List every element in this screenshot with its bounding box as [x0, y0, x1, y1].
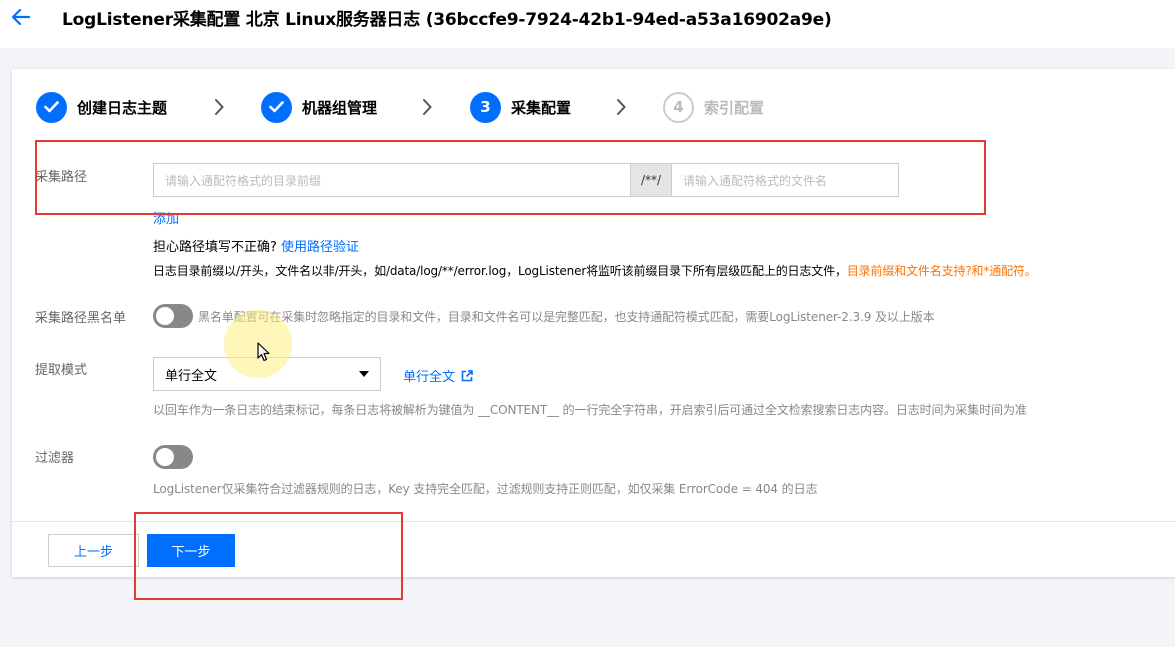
- step-number: 3: [470, 91, 501, 123]
- caret-down-icon: [359, 371, 369, 377]
- step-collect-config[interactable]: 3 采集配置: [470, 91, 571, 123]
- step-indicator: 创建日志主题 机器组管理 3 采集配置 4 索引配置: [36, 91, 836, 123]
- blacklist-label: 采集路径黑名单: [35, 311, 127, 326]
- path-verify-link[interactable]: 使用路径验证: [281, 240, 359, 255]
- path-hint-text: 日志目录前缀以/开头，文件名以非/开头，如/data/log/**/error.…: [153, 264, 847, 278]
- previous-step-button[interactable]: 上一步: [48, 534, 139, 567]
- chevron-right-icon: [423, 99, 432, 115]
- toggle-knob: [156, 307, 174, 325]
- filter-toggle[interactable]: [153, 445, 193, 469]
- blacklist-toggle[interactable]: [153, 304, 193, 328]
- step-machine-group[interactable]: 机器组管理: [261, 91, 377, 123]
- blacklist-description: 黑名单配置可在采集时忽略指定的目录和文件，目录和文件名可以是完整匹配，也支持通配…: [198, 310, 935, 324]
- extract-mode-select[interactable]: 单行全文: [153, 357, 381, 391]
- arrow-left-icon[interactable]: [10, 6, 32, 28]
- file-name-input[interactable]: 请输入通配符格式的文件名: [672, 163, 899, 197]
- extract-mode-description: 以回车作为一条日志的结束标记，每条日志将被解析为键值为 __CONTENT__ …: [153, 403, 1027, 417]
- config-card: 创建日志主题 机器组管理 3 采集配置 4 索引配置 采集路径 请输入通配符格式…: [12, 69, 1175, 577]
- top-bar: LogListener采集配置 北京 Linux服务器日志 (36bccfe9-…: [0, 0, 1175, 48]
- step-index-config[interactable]: 4 索引配置: [663, 91, 764, 123]
- collect-path-group: 请输入通配符格式的目录前缀 /**/ 请输入通配符格式的文件名: [153, 163, 899, 197]
- chevron-right-icon: [617, 99, 626, 115]
- filter-description: LogListener仅采集符合过滤器规则的日志，Key 支持完全匹配，过滤规则…: [153, 482, 818, 496]
- path-worry-text: 担心路径填写不正确?: [153, 240, 277, 255]
- chevron-right-icon: [215, 99, 224, 115]
- toggle-knob: [156, 448, 174, 466]
- extract-mode-value: 单行全文: [165, 368, 218, 384]
- path-hint: 日志目录前缀以/开头，文件名以非/开头，如/data/log/**/error.…: [153, 262, 1037, 279]
- step-label: 创建日志主题: [77, 98, 168, 117]
- step-label: 采集配置: [511, 98, 572, 117]
- next-step-button[interactable]: 下一步: [147, 534, 235, 567]
- external-link-icon: [461, 369, 473, 381]
- form-footer: 上一步 下一步: [12, 521, 1175, 577]
- page-title: LogListener采集配置 北京 Linux服务器日志 (36bccfe9-…: [62, 10, 832, 30]
- directory-prefix-input[interactable]: 请输入通配符格式的目录前缀: [153, 163, 630, 197]
- step-label: 机器组管理: [302, 98, 378, 117]
- add-path-link[interactable]: 添加: [153, 208, 179, 227]
- extract-mode-link-label: 单行全文: [403, 370, 456, 385]
- path-separator: /**/: [630, 163, 672, 197]
- wildcard-hint-link[interactable]: 目录前缀和文件名支持?和*通配符。: [847, 264, 1037, 278]
- extract-mode-label: 提取模式: [35, 363, 88, 378]
- step-create-topic[interactable]: 创建日志主题: [36, 91, 167, 123]
- extract-mode-doc-link[interactable]: 单行全文: [403, 366, 473, 385]
- check-icon: [261, 91, 292, 123]
- step-label: 索引配置: [704, 98, 765, 117]
- filter-label: 过滤器: [35, 451, 75, 466]
- step-number: 4: [663, 91, 694, 123]
- collect-path-label: 采集路径: [35, 170, 88, 185]
- path-verify-line: 担心路径填写不正确? 使用路径验证: [153, 236, 359, 255]
- check-icon: [36, 91, 67, 123]
